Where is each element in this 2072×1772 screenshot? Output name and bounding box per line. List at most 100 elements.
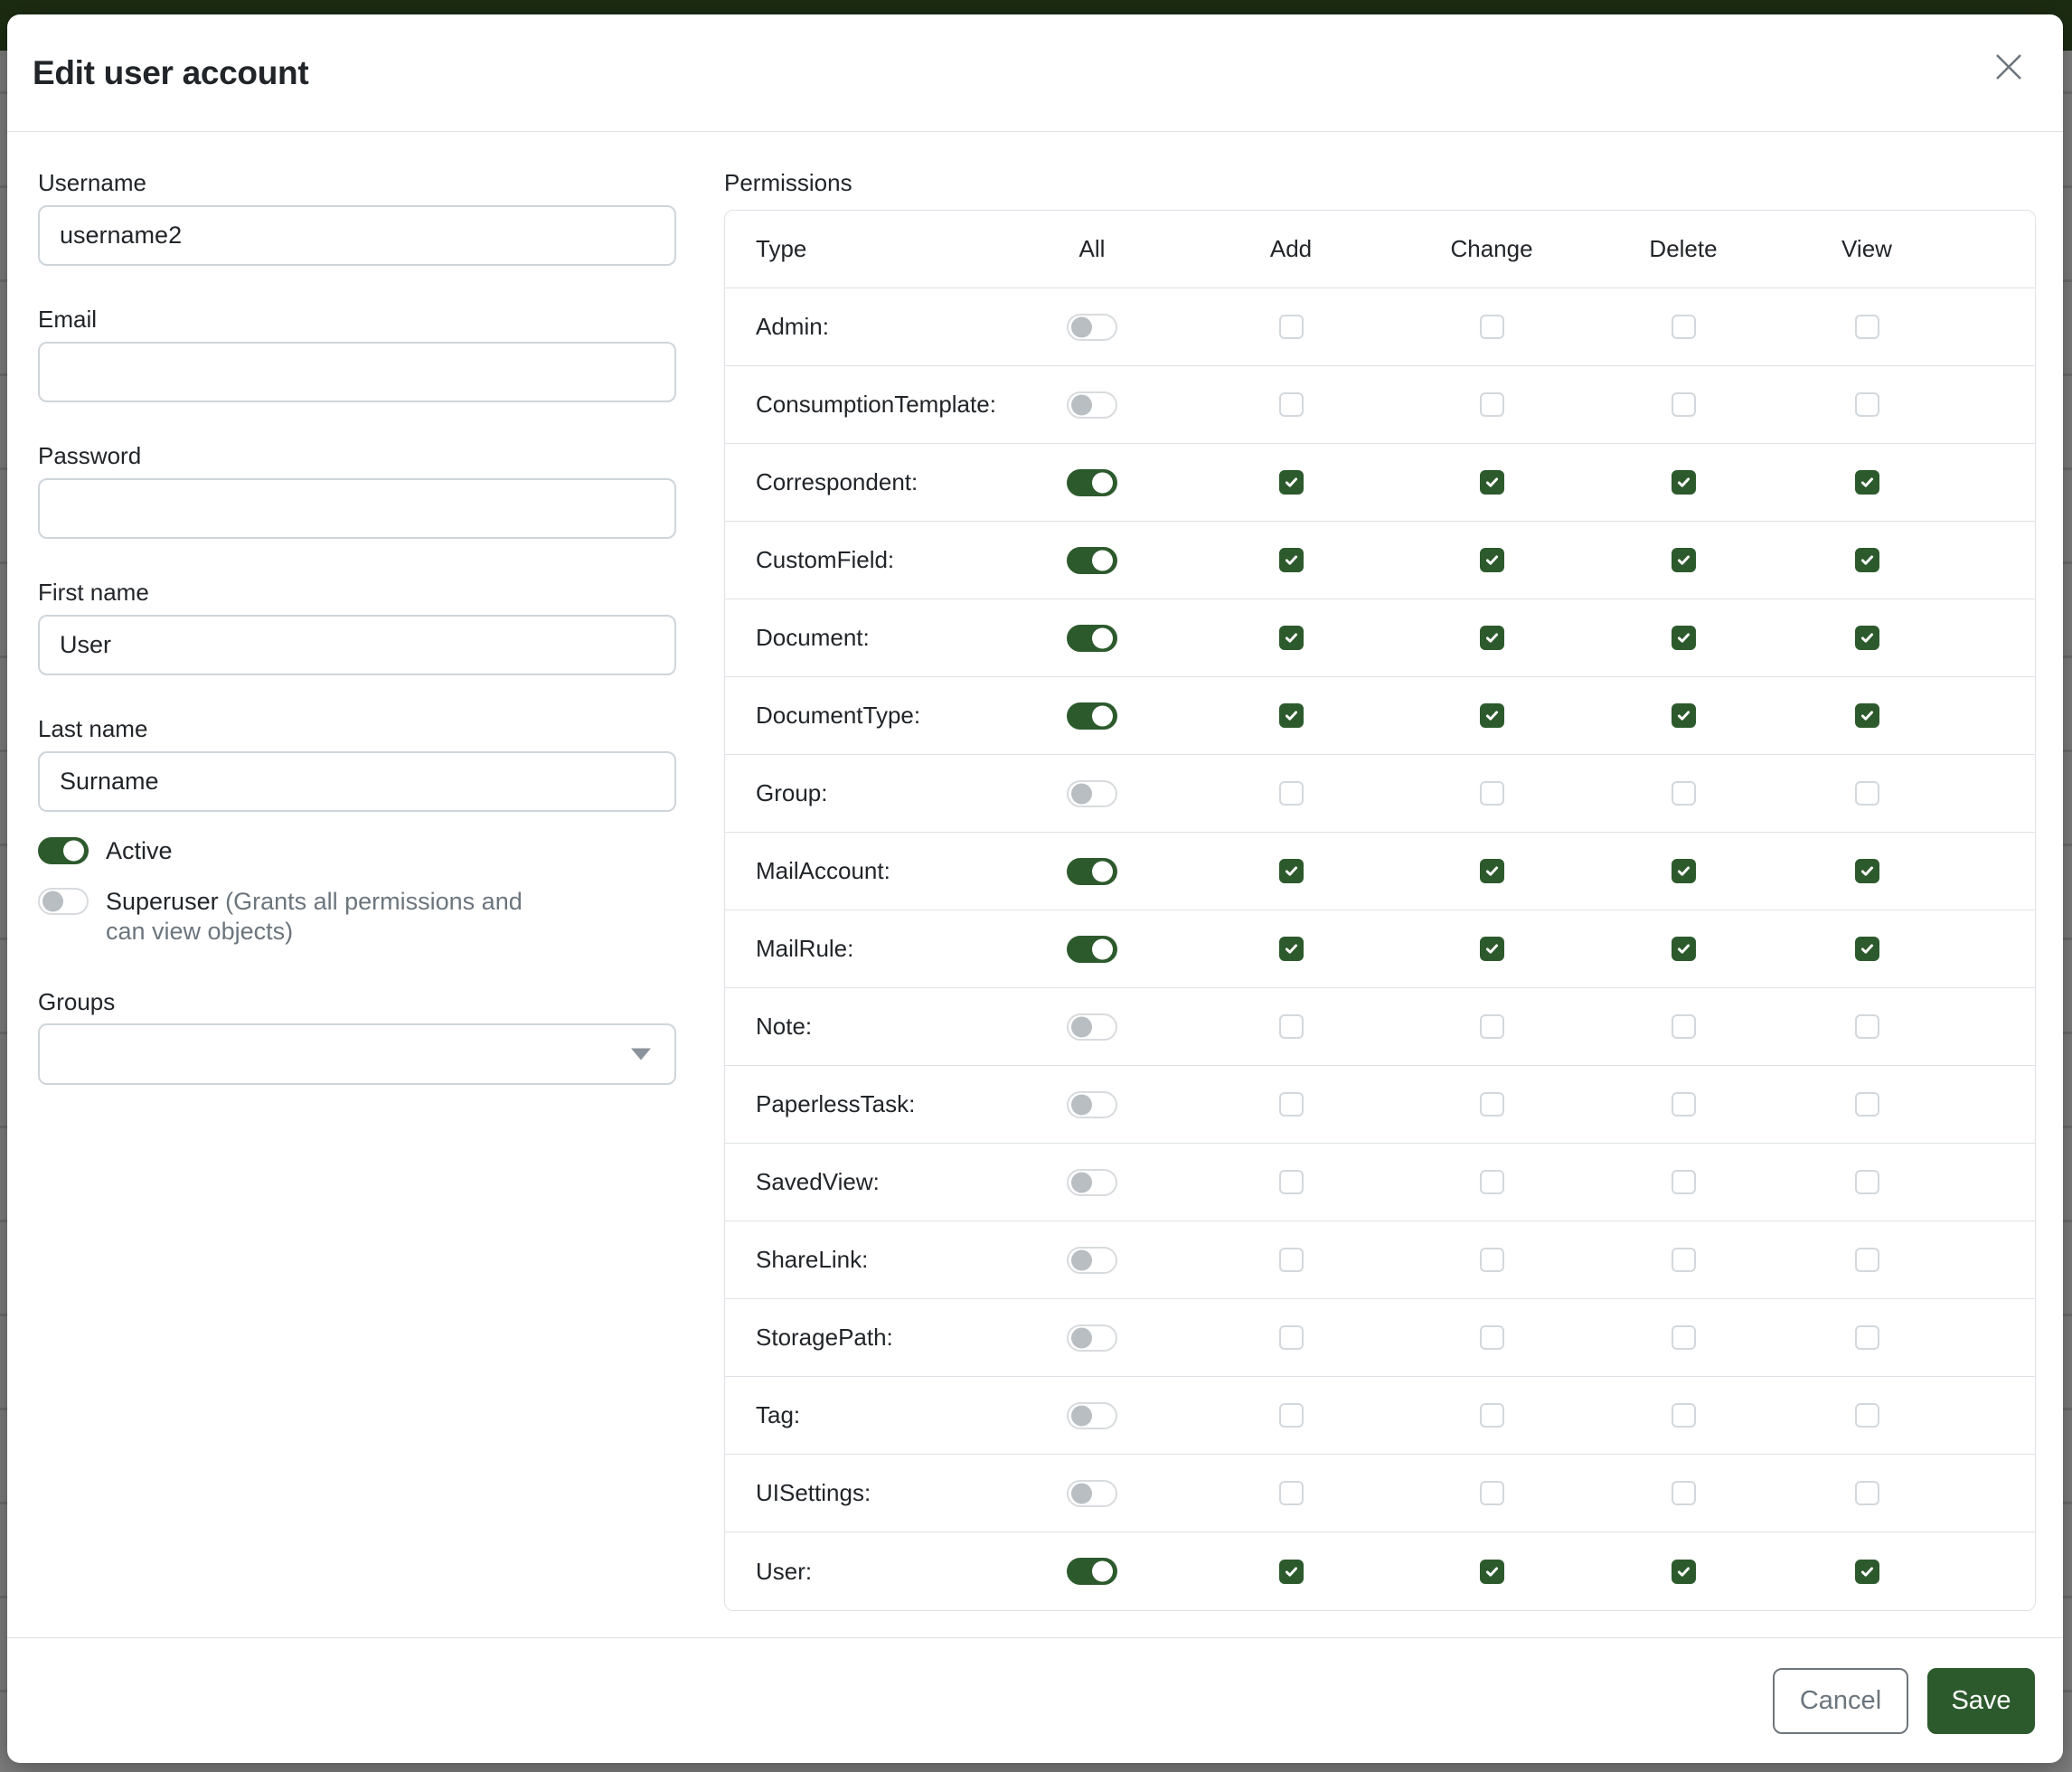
email-field-group: Email [38, 305, 676, 402]
perm-admin-view-checkbox[interactable] [1855, 315, 1879, 339]
perm-storagepath-change-checkbox[interactable] [1480, 1325, 1504, 1350]
perm-documenttype-add-checkbox[interactable] [1279, 703, 1304, 728]
perm-storagepath-all-toggle[interactable] [1067, 1324, 1117, 1352]
perm-correspondent-delete-checkbox[interactable] [1672, 470, 1696, 495]
perm-consumptiontemplate-all-toggle[interactable] [1067, 391, 1117, 419]
perm-note-all-toggle[interactable] [1067, 1013, 1117, 1041]
perm-admin-change-checkbox[interactable] [1480, 315, 1504, 339]
perm-customfield-add-checkbox[interactable] [1279, 548, 1304, 572]
perm-group-view-checkbox[interactable] [1855, 781, 1879, 806]
password-input[interactable] [38, 478, 676, 539]
perm-correspondent-all-toggle[interactable] [1067, 469, 1117, 496]
perm-user-all-toggle[interactable] [1067, 1558, 1117, 1585]
first-name-input[interactable] [38, 615, 676, 675]
perm-mailrule-all-toggle[interactable] [1067, 936, 1117, 963]
perm-consumptiontemplate-delete-checkbox[interactable] [1672, 392, 1696, 417]
perm-user-delete-checkbox[interactable] [1672, 1560, 1696, 1584]
perm-admin-delete-checkbox[interactable] [1672, 315, 1696, 339]
perm-documenttype-all-toggle[interactable] [1067, 702, 1117, 730]
perm-savedview-view-checkbox[interactable] [1855, 1170, 1879, 1194]
perm-user-view-checkbox[interactable] [1855, 1560, 1879, 1584]
perm-mailaccount-delete-checkbox[interactable] [1672, 859, 1696, 883]
username-field-group: Username [38, 168, 676, 266]
perm-uisettings-change-checkbox[interactable] [1480, 1481, 1504, 1505]
perm-mailaccount-view-checkbox[interactable] [1855, 859, 1879, 883]
perm-paperlesstask-add-checkbox[interactable] [1279, 1092, 1304, 1117]
perm-uisettings-all-toggle[interactable] [1067, 1480, 1117, 1507]
username-input[interactable] [38, 205, 676, 266]
perm-customfield-view-checkbox[interactable] [1855, 548, 1879, 572]
perm-paperlesstask-view-checkbox[interactable] [1855, 1092, 1879, 1117]
perm-note-view-checkbox[interactable] [1855, 1014, 1879, 1039]
perm-uisettings-view-checkbox[interactable] [1855, 1481, 1879, 1505]
perm-paperlesstask-delete-checkbox[interactable] [1672, 1092, 1696, 1117]
perm-uisettings-add-checkbox[interactable] [1279, 1481, 1304, 1505]
last-name-input[interactable] [38, 751, 676, 812]
perm-customfield-all-toggle[interactable] [1067, 547, 1117, 574]
perm-sharelink-change-checkbox[interactable] [1480, 1248, 1504, 1272]
perm-customfield-change-checkbox[interactable] [1480, 548, 1504, 572]
perm-correspondent-add-checkbox[interactable] [1279, 470, 1304, 495]
perm-user-change-checkbox[interactable] [1480, 1560, 1504, 1584]
perm-admin-add-checkbox[interactable] [1279, 315, 1304, 339]
perm-tag-view-checkbox[interactable] [1855, 1403, 1879, 1428]
perm-storagepath-delete-checkbox[interactable] [1672, 1325, 1696, 1350]
perm-documenttype-view-checkbox[interactable] [1855, 703, 1879, 728]
perm-mailaccount-add-checkbox[interactable] [1279, 859, 1304, 883]
perm-sharelink-add-checkbox[interactable] [1279, 1248, 1304, 1272]
perm-sharelink-all-toggle[interactable] [1067, 1247, 1117, 1274]
perm-mailaccount-change-checkbox[interactable] [1480, 859, 1504, 883]
perm-sharelink-view-checkbox[interactable] [1855, 1248, 1879, 1272]
perm-savedview-change-checkbox[interactable] [1480, 1170, 1504, 1194]
perm-tag-all-toggle[interactable] [1067, 1402, 1117, 1429]
cancel-button[interactable]: Cancel [1773, 1668, 1908, 1734]
perm-mailaccount-all-toggle[interactable] [1067, 858, 1117, 885]
perm-note-add-checkbox[interactable] [1279, 1014, 1304, 1039]
username-label: Username [38, 168, 676, 197]
perm-group-change-checkbox[interactable] [1480, 781, 1504, 806]
perm-mailrule-view-checkbox[interactable] [1855, 937, 1879, 961]
perm-admin-all-toggle[interactable] [1067, 314, 1117, 341]
perm-note-delete-checkbox[interactable] [1672, 1014, 1696, 1039]
perm-document-all-toggle[interactable] [1067, 625, 1117, 652]
perm-consumptiontemplate-add-checkbox[interactable] [1279, 392, 1304, 417]
perm-document-change-checkbox[interactable] [1480, 626, 1504, 650]
save-button[interactable]: Save [1927, 1668, 2035, 1734]
perm-consumptiontemplate-view-checkbox[interactable] [1855, 392, 1879, 417]
perm-document-delete-checkbox[interactable] [1672, 626, 1696, 650]
permission-type-label: Document: [725, 624, 1002, 652]
groups-select[interactable] [38, 1023, 676, 1085]
perm-tag-add-checkbox[interactable] [1279, 1403, 1304, 1428]
perm-storagepath-view-checkbox[interactable] [1855, 1325, 1879, 1350]
perm-correspondent-view-checkbox[interactable] [1855, 470, 1879, 495]
active-toggle[interactable] [38, 837, 89, 864]
close-button[interactable] [1985, 43, 2032, 90]
perm-paperlesstask-change-checkbox[interactable] [1480, 1092, 1504, 1117]
perm-uisettings-delete-checkbox[interactable] [1672, 1481, 1696, 1505]
perm-storagepath-add-checkbox[interactable] [1279, 1325, 1304, 1350]
perm-user-add-checkbox[interactable] [1279, 1560, 1304, 1584]
perm-mailrule-add-checkbox[interactable] [1279, 937, 1304, 961]
perm-tag-delete-checkbox[interactable] [1672, 1403, 1696, 1428]
perm-mailrule-change-checkbox[interactable] [1480, 937, 1504, 961]
perm-document-view-checkbox[interactable] [1855, 626, 1879, 650]
perm-consumptiontemplate-change-checkbox[interactable] [1480, 392, 1504, 417]
perm-documenttype-change-checkbox[interactable] [1480, 703, 1504, 728]
perm-savedview-add-checkbox[interactable] [1279, 1170, 1304, 1194]
perm-savedview-all-toggle[interactable] [1067, 1169, 1117, 1196]
email-input[interactable] [38, 342, 676, 402]
perm-group-delete-checkbox[interactable] [1672, 781, 1696, 806]
perm-documenttype-delete-checkbox[interactable] [1672, 703, 1696, 728]
perm-document-add-checkbox[interactable] [1279, 626, 1304, 650]
perm-group-all-toggle[interactable] [1067, 780, 1117, 807]
perm-correspondent-change-checkbox[interactable] [1480, 470, 1504, 495]
perm-customfield-delete-checkbox[interactable] [1672, 548, 1696, 572]
perm-note-change-checkbox[interactable] [1480, 1014, 1504, 1039]
perm-tag-change-checkbox[interactable] [1480, 1403, 1504, 1428]
perm-paperlesstask-all-toggle[interactable] [1067, 1091, 1117, 1118]
perm-mailrule-delete-checkbox[interactable] [1672, 937, 1696, 961]
superuser-toggle[interactable] [38, 888, 89, 915]
perm-sharelink-delete-checkbox[interactable] [1672, 1248, 1696, 1272]
perm-savedview-delete-checkbox[interactable] [1672, 1170, 1696, 1194]
perm-group-add-checkbox[interactable] [1279, 781, 1304, 806]
